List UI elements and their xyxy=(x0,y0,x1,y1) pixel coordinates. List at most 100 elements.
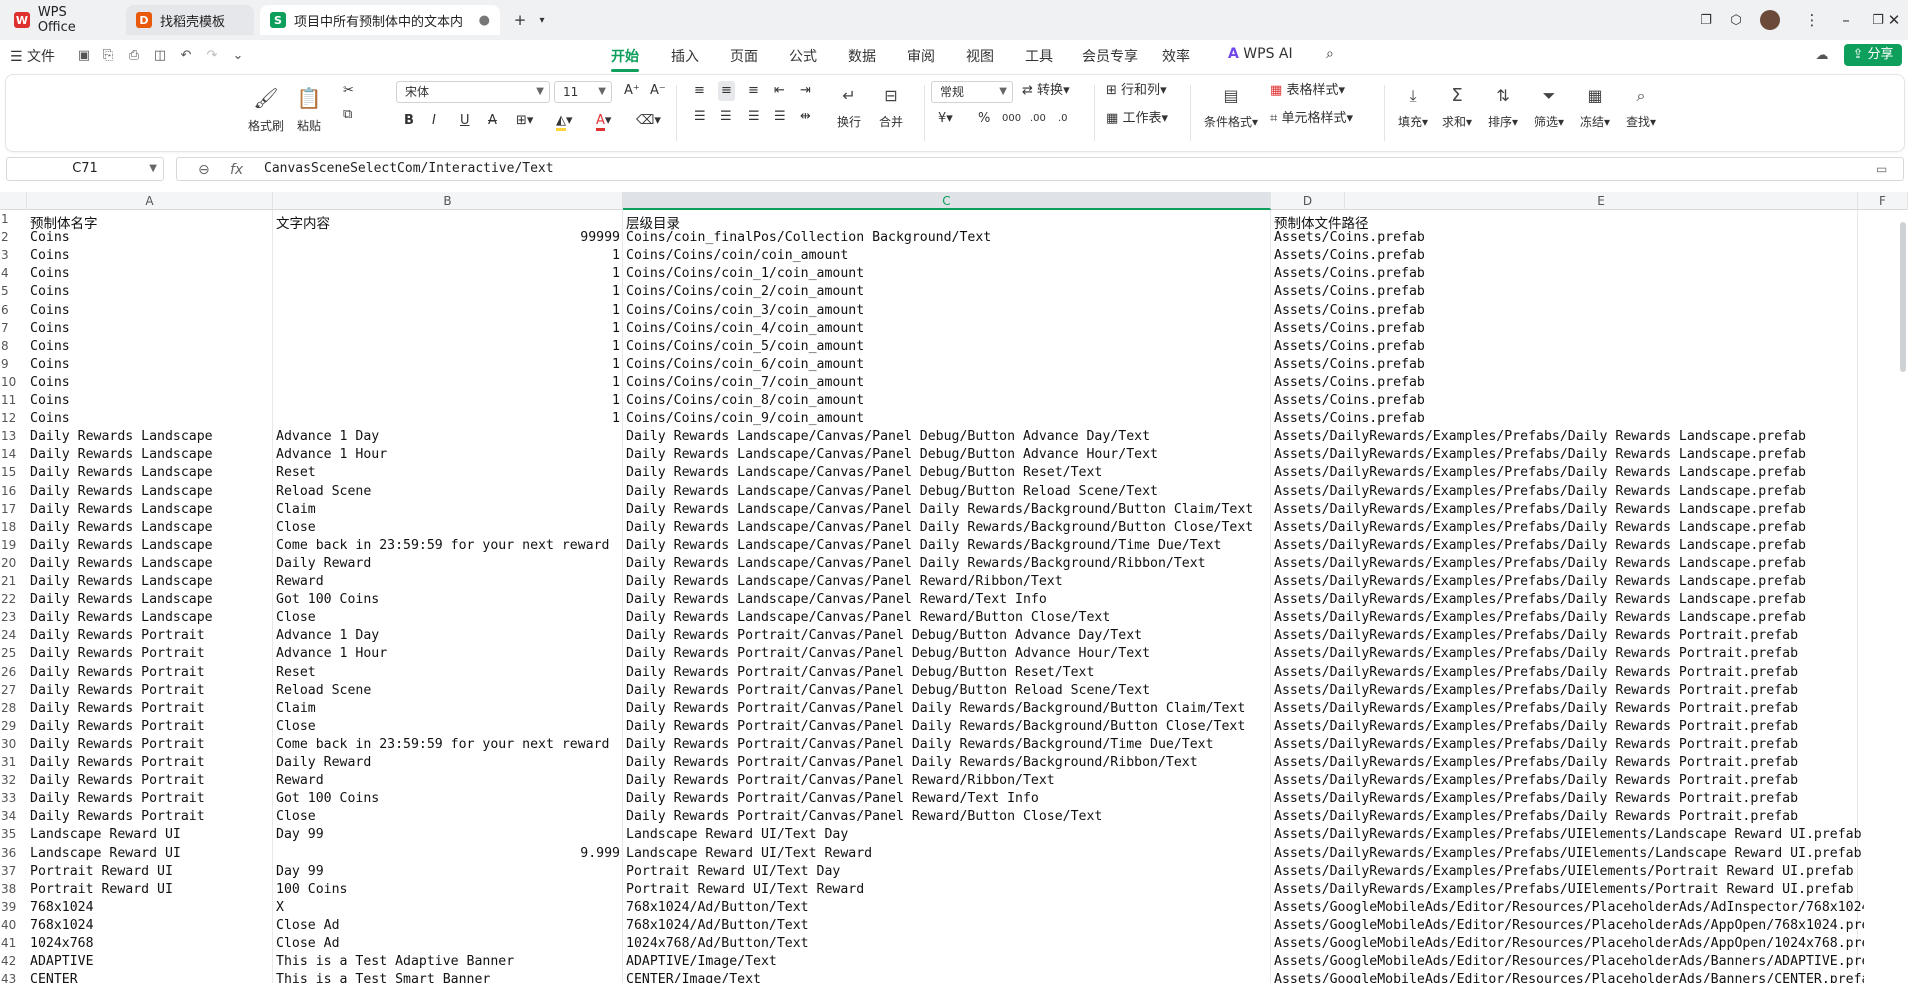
table-cell[interactable]: Coins xyxy=(30,284,270,299)
more-icon[interactable]: ⋮ xyxy=(1798,8,1826,32)
row-header[interactable]: 7 xyxy=(0,321,27,335)
table-cell[interactable]: Daily Rewards Landscape/Canvas/Panel Rew… xyxy=(626,610,1268,625)
menu-view[interactable]: 视图 xyxy=(966,46,994,66)
table-cell[interactable]: Come back in 23:59:59 for your next rewa… xyxy=(276,538,620,553)
paste-button[interactable]: 📋 粘贴 xyxy=(296,85,322,134)
table-cell[interactable]: Coins/Coins/coin/coin_amount xyxy=(626,248,1268,263)
rows-cols-button[interactable]: ⊞ 行和列▾ xyxy=(1106,81,1167,101)
save-icon[interactable]: ▣ xyxy=(76,48,92,64)
table-cell[interactable]: Assets/Coins.prefab xyxy=(1274,284,1864,299)
table-cell[interactable]: 1 xyxy=(276,393,620,408)
table-cell[interactable]: Daily Rewards Portrait/Canvas/Panel Debu… xyxy=(626,665,1268,680)
decrease-decimal-icon[interactable]: .0 xyxy=(1058,109,1068,129)
table-cell[interactable]: Claim xyxy=(276,701,620,716)
table-cell[interactable]: Daily Rewards Landscape xyxy=(30,447,270,462)
find-button[interactable]: ⌕ 查找▾ xyxy=(1626,83,1656,130)
table-cell[interactable]: Daily Rewards Landscape xyxy=(30,592,270,607)
table-cell[interactable]: Daily Rewards Landscape/Canvas/Panel Deb… xyxy=(626,484,1268,499)
table-cell[interactable]: X xyxy=(276,900,620,915)
table-cell[interactable]: Daily Rewards Landscape xyxy=(30,538,270,553)
table-cell[interactable]: Coins xyxy=(30,375,270,390)
table-cell[interactable]: Daily Rewards Landscape/Canvas/Panel Deb… xyxy=(626,465,1268,480)
table-cell[interactable]: 1 xyxy=(276,411,620,426)
table-cell[interactable]: Close xyxy=(276,520,620,535)
fill-color-icon[interactable]: ◭▾ xyxy=(556,111,573,131)
table-cell[interactable]: Portrait Reward UI xyxy=(30,864,270,879)
tab-wps-office[interactable]: W WPS Office xyxy=(4,5,118,35)
align-top-icon[interactable]: ≡ xyxy=(694,81,705,101)
table-cell[interactable]: 1 xyxy=(276,284,620,299)
indent-increase-icon[interactable]: ⇥ xyxy=(800,81,811,101)
window-layout-icon[interactable]: ❐ xyxy=(1692,8,1720,32)
table-cell[interactable]: Coins/Coins/coin_2/coin_amount xyxy=(626,284,1268,299)
table-cell[interactable]: Got 100 Coins xyxy=(276,592,620,607)
table-cell[interactable]: Daily Rewards Landscape/Canvas/Panel Rew… xyxy=(626,592,1268,607)
column-header-a[interactable]: A xyxy=(27,192,273,210)
convert-button[interactable]: ⇄ 转换▾ xyxy=(1022,81,1070,101)
cut-icon[interactable]: ✂ xyxy=(343,81,354,101)
table-cell[interactable]: Daily Rewards Portrait xyxy=(30,665,270,680)
table-cell[interactable]: CENTER xyxy=(30,972,270,983)
table-cell[interactable]: Assets/DailyRewards/Examples/Prefabs/Dai… xyxy=(1274,791,1864,806)
align-right-icon[interactable]: ☰ xyxy=(748,107,760,127)
table-cell[interactable]: Assets/DailyRewards/Examples/Prefabs/Dai… xyxy=(1274,447,1864,462)
table-cell[interactable]: Assets/Coins.prefab xyxy=(1274,230,1864,245)
column-header-c[interactable]: C xyxy=(623,192,1271,210)
table-cell[interactable]: Landscape Reward UI xyxy=(30,827,270,842)
table-cell[interactable]: Assets/Coins.prefab xyxy=(1274,375,1864,390)
table-cell[interactable]: 1 xyxy=(276,339,620,354)
strikethrough-icon[interactable]: A xyxy=(488,111,497,131)
table-cell[interactable]: Assets/DailyRewards/Examples/Prefabs/Dai… xyxy=(1274,556,1864,571)
column-header-e[interactable]: E xyxy=(1345,192,1858,210)
row-header[interactable]: 15 xyxy=(0,465,27,479)
table-cell[interactable]: Reset xyxy=(276,465,620,480)
table-cell[interactable]: Coins/Coins/coin_7/coin_amount xyxy=(626,375,1268,390)
row-header[interactable]: 18 xyxy=(0,520,27,534)
table-cell[interactable]: Daily Rewards Landscape xyxy=(30,610,270,625)
print-icon[interactable]: ⎙ xyxy=(126,48,142,64)
table-cell[interactable]: Assets/Coins.prefab xyxy=(1274,248,1864,263)
export-icon[interactable]: ⎘ xyxy=(100,48,116,64)
table-cell[interactable]: Daily Rewards Portrait/Canvas/Panel Rewa… xyxy=(626,791,1268,806)
font-color-icon[interactable]: A▾ xyxy=(596,111,611,131)
decrease-font-icon[interactable]: A⁻ xyxy=(650,81,666,101)
table-cell[interactable]: Daily Rewards Landscape/Canvas/Panel Rew… xyxy=(626,574,1268,589)
row-header[interactable]: 31 xyxy=(0,755,27,769)
indent-decrease-icon[interactable]: ⇤ xyxy=(774,81,785,101)
table-cell[interactable]: Coins/Coins/coin_6/coin_amount xyxy=(626,357,1268,372)
table-cell[interactable]: Coins/Coins/coin_8/coin_amount xyxy=(626,393,1268,408)
share-button[interactable]: ⇪ 分享 xyxy=(1844,44,1902,66)
row-header[interactable]: 4 xyxy=(0,266,27,280)
table-cell[interactable]: Assets/DailyRewards/Examples/Prefabs/Dai… xyxy=(1274,719,1864,734)
table-cell[interactable]: Daily Rewards Portrait xyxy=(30,773,270,788)
table-cell[interactable]: CENTER/Image/Text xyxy=(626,972,1268,983)
table-cell[interactable]: Assets/DailyRewards/Examples/Prefabs/Dai… xyxy=(1274,429,1864,444)
table-cell[interactable]: Coins xyxy=(30,339,270,354)
bold-icon[interactable]: B xyxy=(404,111,414,131)
table-cell[interactable]: Daily Rewards Landscape xyxy=(30,465,270,480)
table-cell[interactable]: Claim xyxy=(276,502,620,517)
table-cell[interactable]: Assets/DailyRewards/Examples/Prefabs/Dai… xyxy=(1274,773,1864,788)
table-cell[interactable]: 1 xyxy=(276,248,620,263)
table-cell[interactable]: Daily Rewards Landscape/Canvas/Panel Deb… xyxy=(626,447,1268,462)
filter-button[interactable]: ⏷ 筛选▾ xyxy=(1534,83,1564,130)
table-cell[interactable]: Advance 1 Hour xyxy=(276,646,620,661)
row-header[interactable]: 28 xyxy=(0,701,27,715)
table-cell[interactable]: Assets/GoogleMobileAds/Editor/Resources/… xyxy=(1274,954,1864,969)
row-header[interactable]: 22 xyxy=(0,592,27,606)
row-header[interactable]: 32 xyxy=(0,773,27,787)
table-cell[interactable]: 768x1024/Ad/Button/Text xyxy=(626,918,1268,933)
table-cell[interactable]: Portrait Reward UI/Text Reward xyxy=(626,882,1268,897)
table-cell[interactable]: Reload Scene xyxy=(276,683,620,698)
cell-style-button[interactable]: ⌗ 单元格样式▾ xyxy=(1270,109,1353,129)
fx-icon[interactable]: fx xyxy=(230,162,243,178)
table-cell[interactable]: Coins xyxy=(30,230,270,245)
menu-formula[interactable]: 公式 xyxy=(789,46,817,66)
align-middle-icon[interactable]: ≡ xyxy=(718,81,735,101)
table-cell[interactable]: Daily Rewards Portrait xyxy=(30,791,270,806)
column-header-d[interactable]: D xyxy=(1271,192,1345,210)
row-header[interactable]: 20 xyxy=(0,556,27,570)
formula-input[interactable]: CanvasSceneSelectCom/Interactive/Text xyxy=(264,161,554,176)
table-cell[interactable]: Assets/Coins.prefab xyxy=(1274,357,1864,372)
table-cell[interactable]: 1024x768/Ad/Button/Text xyxy=(626,936,1268,951)
